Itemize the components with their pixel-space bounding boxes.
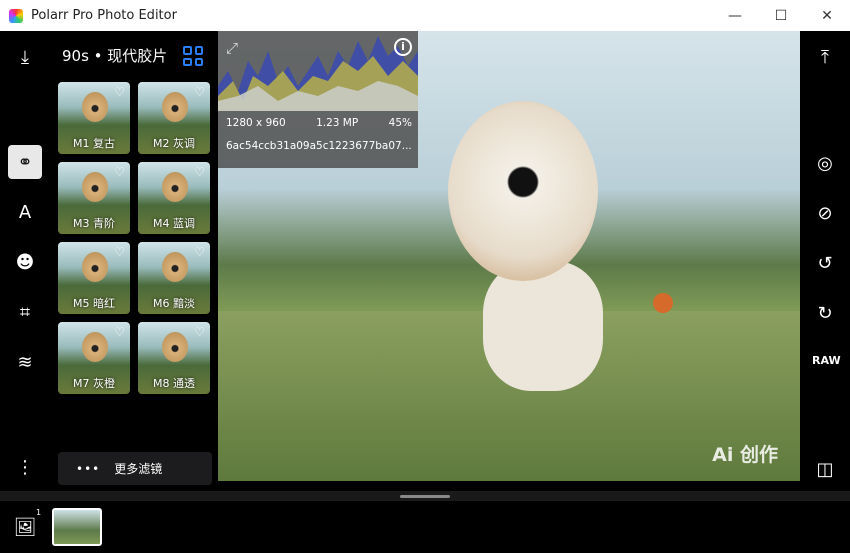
histogram-graph <box>218 36 418 111</box>
layers-icon[interactable]: ≋ <box>8 345 42 379</box>
filter-thumb[interactable]: ♡ M2 灰调 <box>138 82 210 154</box>
expand-icon[interactable]: ⤢ <box>226 39 238 57</box>
text-icon[interactable]: A <box>8 195 42 229</box>
filter-label: M2 灰调 <box>153 137 195 150</box>
heart-icon[interactable]: ♡ <box>194 325 205 339</box>
heart-icon[interactable]: ♡ <box>114 245 125 259</box>
title-bar: Polarr Pro Photo Editor — ☐ ✕ <box>0 0 850 31</box>
reset-icon[interactable]: ⊘ <box>808 196 842 230</box>
filter-label: M1 复古 <box>73 137 115 150</box>
tennis-ball <box>653 293 673 313</box>
filter-thumb[interactable]: ♡ M8 通透 <box>138 322 210 394</box>
filter-label: M4 蓝调 <box>153 217 195 230</box>
filter-thumb[interactable]: ♡ M6 黯淡 <box>138 242 210 314</box>
dog-body <box>483 261 603 391</box>
image-count-badge: 1 <box>36 508 42 517</box>
histogram-panel: ⤢ i 1280 x 960 1.23 MP 45% 6ac54ccb31a09… <box>218 31 418 168</box>
face-icon[interactable]: ☻ <box>8 245 42 279</box>
zoom-level: 45% <box>388 117 412 129</box>
maximize-button[interactable]: ☐ <box>758 8 804 24</box>
minimize-button[interactable]: — <box>712 8 758 24</box>
ellipsis-icon: ••• <box>76 461 101 476</box>
filter-thumb[interactable]: ♡ M4 蓝调 <box>138 162 210 234</box>
heart-icon[interactable]: ♡ <box>114 325 125 339</box>
share-icon[interactable]: ⤒ <box>808 40 842 74</box>
compare-icon[interactable]: ◎ <box>808 146 842 180</box>
filter-thumb[interactable]: ♡ M7 灰橙 <box>58 322 130 394</box>
filmstrip-thumbnail[interactable] <box>52 508 102 546</box>
redo-icon[interactable]: ↻ <box>808 296 842 330</box>
image-dimensions: 1280 x 960 <box>226 117 286 129</box>
heart-icon[interactable]: ♡ <box>114 165 125 179</box>
filter-label: M7 灰橙 <box>73 377 115 390</box>
filters-icon[interactable]: ⚭ <box>8 145 42 179</box>
app-logo-icon <box>9 8 23 23</box>
heart-icon[interactable]: ♡ <box>114 85 125 99</box>
crop-icon[interactable]: ⌗ <box>8 295 42 329</box>
heart-icon[interactable]: ♡ <box>194 245 205 259</box>
close-button[interactable]: ✕ <box>804 8 850 24</box>
download-icon[interactable]: ⤓ <box>8 40 42 74</box>
image-megapixels: 1.23 MP <box>316 117 359 129</box>
filter-label: M5 暗红 <box>73 297 115 310</box>
filter-label: M6 黯淡 <box>153 297 195 310</box>
filter-thumb[interactable]: ♡ M3 青阶 <box>58 162 130 234</box>
more-filters-button[interactable]: ••• 更多滤镜 <box>58 452 212 485</box>
image-hash: 6ac54ccb31a09a5c1223677ba07... <box>226 140 412 152</box>
ai-watermark: Ai 创作 <box>712 444 778 466</box>
heart-icon[interactable]: ♡ <box>194 85 205 99</box>
filter-label: M3 青阶 <box>73 217 115 230</box>
filter-pack-title: 90s • 现代胶片 <box>62 47 168 65</box>
resize-handle[interactable] <box>400 495 450 498</box>
filter-thumb[interactable]: ♡ M5 暗红 <box>58 242 130 314</box>
undo-icon[interactable]: ↺ <box>808 246 842 280</box>
info-icon[interactable]: i <box>394 38 412 56</box>
heart-icon[interactable]: ♡ <box>194 165 205 179</box>
filter-label: M8 通透 <box>153 377 195 390</box>
more-filters-label: 更多滤镜 <box>114 462 163 476</box>
window-title: Polarr Pro Photo Editor <box>31 8 177 23</box>
grid-view-icon[interactable] <box>183 46 203 66</box>
more-vertical-icon[interactable]: ⋮ <box>8 450 42 484</box>
raw-button[interactable]: RAW <box>812 354 841 367</box>
dog-head <box>448 101 598 281</box>
filter-thumb[interactable]: ♡ M1 复古 <box>58 82 130 154</box>
split-view-icon[interactable]: ◫ <box>808 452 842 486</box>
